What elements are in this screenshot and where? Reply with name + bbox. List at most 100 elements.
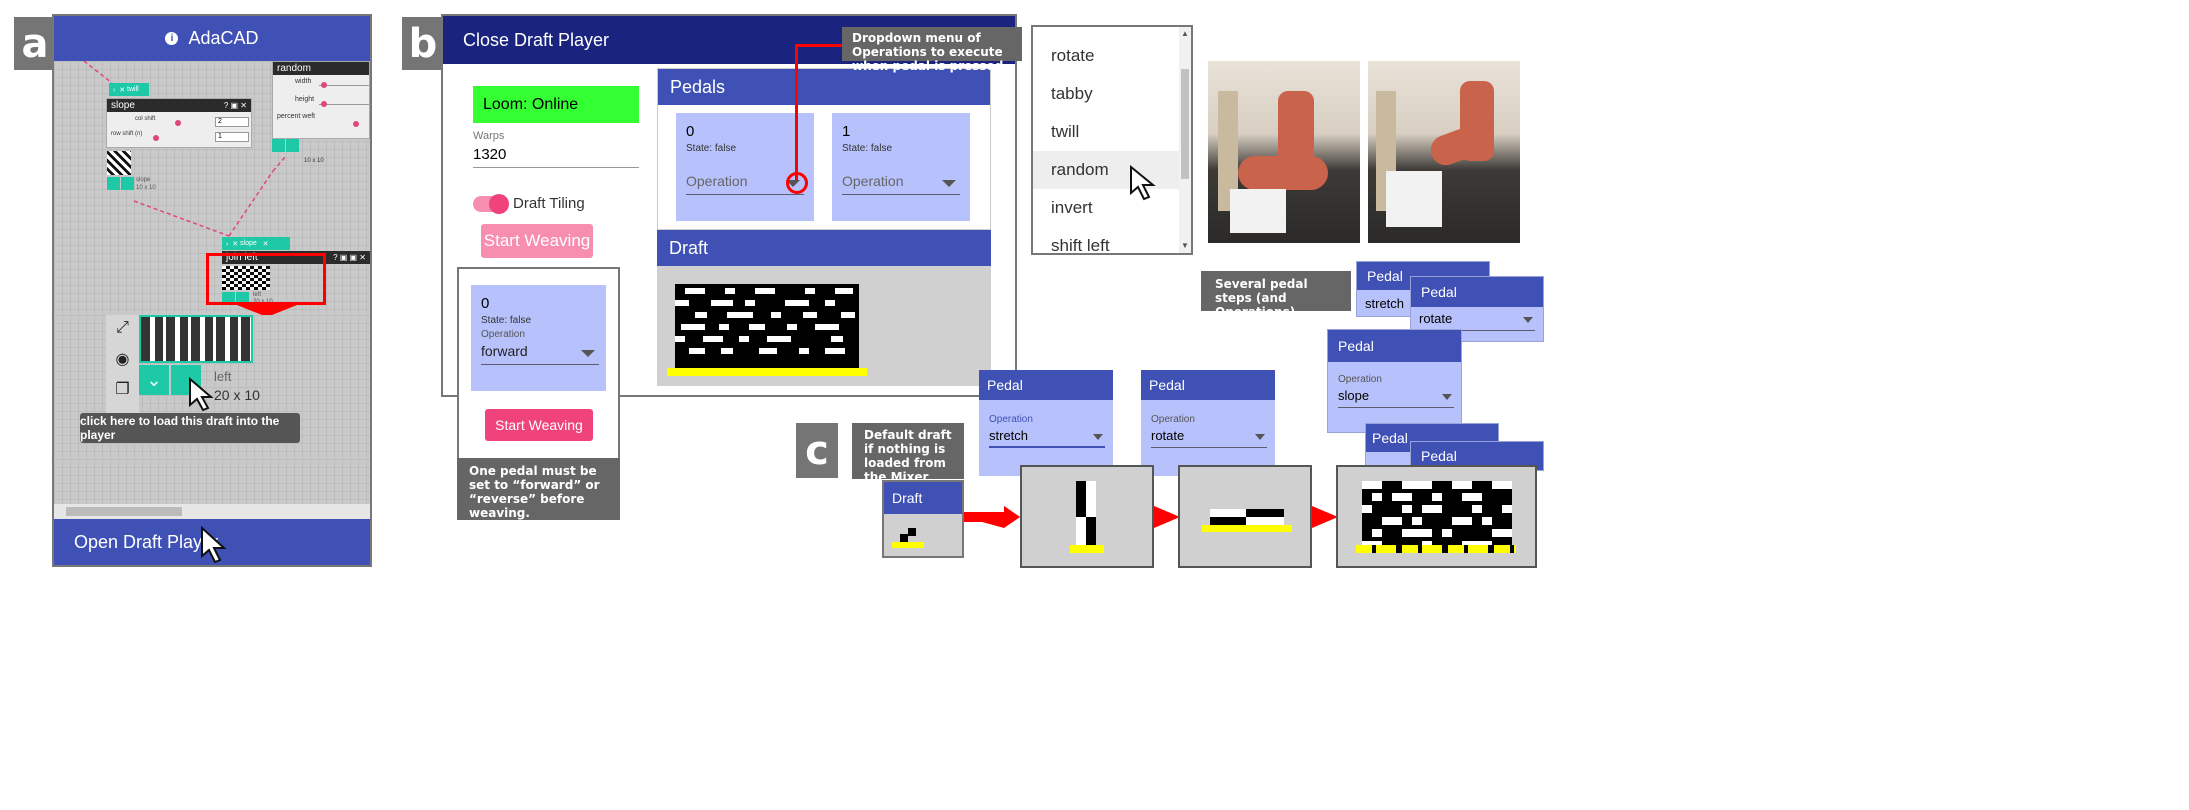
play-button[interactable] — [286, 139, 299, 152]
zoomed-draft-area: ⤢ ◉ ❐ ⌄ left 20 x 10 click here to load … — [54, 315, 370, 457]
pedal-number: 0 — [686, 123, 695, 140]
pedal-operation-dropdown[interactable]: rotate — [1419, 311, 1535, 331]
height-slider-handle[interactable] — [321, 101, 327, 107]
pedal-state: State: false — [686, 143, 737, 154]
option-tabby[interactable]: tabby — [1033, 75, 1181, 113]
draft-preview — [139, 315, 253, 363]
operation-dropdown-forward[interactable]: forward — [481, 343, 599, 365]
twill-chip[interactable]: › ✕ twill — [109, 83, 149, 96]
highlight-box — [206, 253, 326, 305]
operation-label: Operation — [1151, 414, 1195, 425]
loom-status: Loom: Online — [473, 86, 639, 123]
pedal-number: 0 — [481, 295, 490, 312]
inset-pedal-card: 0 State: false Operation forward — [471, 285, 606, 391]
operation-label: Operation — [989, 414, 1033, 425]
expand-button[interactable] — [272, 139, 285, 152]
rotate-draft-box — [1178, 465, 1312, 568]
random-node-controls — [272, 139, 299, 154]
pedal-operation-dropdown[interactable]: rotate — [1151, 428, 1267, 448]
play-button[interactable] — [121, 177, 134, 190]
random-node[interactable]: random width height percent weft — [272, 61, 370, 139]
slope-node-controls — [107, 177, 135, 190]
draft-progress-row — [667, 368, 867, 376]
operation-label: Operation — [1338, 374, 1382, 385]
scroll-down-icon[interactable]: ▼ — [1181, 241, 1189, 250]
pedal-number: 1 — [842, 123, 851, 140]
slope-progress-row — [1356, 545, 1516, 553]
expand-button[interactable] — [107, 177, 120, 190]
app-header: i AdaCAD — [54, 16, 370, 61]
row-shift-input[interactable]: 1 — [215, 132, 249, 142]
row-shift-handle[interactable] — [153, 135, 159, 141]
warps-input[interactable]: 1320 — [473, 146, 639, 168]
arrow-icon — [1154, 506, 1180, 528]
dropdown-scrollbar-thumb[interactable] — [1181, 69, 1189, 179]
slope-chip[interactable]: › ✕ slope ✕ — [222, 237, 290, 250]
callout-circle — [786, 172, 808, 194]
option-shift-left[interactable]: shift left — [1033, 227, 1181, 253]
pedal-operation-dropdown[interactable]: slope — [1338, 388, 1454, 408]
foot-pedal-photo-1 — [1208, 61, 1360, 243]
pedals-card: Pedals 0 State: false Operation 1 State:… — [657, 68, 991, 230]
slope-small-name: slope — [136, 177, 151, 183]
operation-label: Operation — [481, 329, 525, 340]
forward-caption: One pedal must be set to “forward” or “r… — [457, 458, 620, 520]
draft-display — [657, 266, 991, 386]
panel-b-letter: b — [402, 17, 444, 70]
width-slider-handle[interactable] — [321, 82, 327, 88]
eye-icon[interactable]: ◉ — [106, 349, 139, 369]
col-shift-input[interactable]: 2 — [215, 117, 249, 127]
pedals-title: Pedals — [658, 69, 990, 105]
copy-icon[interactable]: ❐ — [106, 379, 139, 399]
scrollbar-thumb[interactable] — [66, 507, 182, 516]
operation-dropdown-1[interactable]: Operation — [842, 173, 960, 195]
cursor-icon — [1130, 165, 1156, 201]
expand-icon[interactable]: ⤢ — [106, 319, 139, 337]
cursor-icon — [201, 526, 227, 564]
random-height-label: height — [295, 96, 315, 103]
slope-size: 10 x 10 — [136, 185, 156, 191]
option-rotate[interactable]: rotate — [1033, 37, 1181, 75]
info-icon[interactable]: i — [165, 32, 179, 45]
default-draft-box: Draft — [882, 480, 964, 558]
option-list: rotate tabby twill random invert shift l… — [1033, 37, 1181, 253]
scroll-up-icon[interactable]: ▲ — [1181, 29, 1189, 38]
option-twill[interactable]: twill — [1033, 113, 1181, 151]
chevron-down-icon[interactable]: ⌄ — [139, 365, 169, 395]
start-weaving-button[interactable]: Start Weaving — [485, 409, 593, 441]
dropdown-scrollbar[interactable]: ▲ ▼ — [1179, 27, 1191, 253]
pedal-state: State: false — [481, 315, 532, 326]
operations-callout: Dropdown menu of Operations to execute w… — [842, 27, 1022, 73]
draft-size: 20 x 10 — [214, 387, 260, 403]
start-weaving-button-disabled[interactable]: Start Weaving — [481, 224, 593, 258]
pedal-operation[interactable]: stretch — [1365, 296, 1404, 311]
pedal-label: Pedal — [1411, 277, 1543, 307]
app-title: AdaCAD — [188, 28, 259, 48]
slope-node-bar: slope? ▣ ✕ — [107, 99, 251, 112]
random-size: 10 x 10 — [304, 158, 324, 164]
pedal-label: Pedal — [1141, 370, 1275, 400]
arrow-icon — [1312, 506, 1338, 528]
panel-a-letter: a — [14, 17, 56, 70]
slope-draft-thumb — [107, 151, 131, 175]
draft-tiling-label: Draft Tiling — [513, 195, 585, 212]
mixer-canvas[interactable]: random width height percent weft 10 x 10… — [54, 61, 370, 317]
draft-pattern-cells — [675, 288, 855, 354]
pedal-operation-dropdown[interactable]: stretch — [989, 428, 1105, 448]
callout-line — [795, 44, 798, 180]
col-shift-handle[interactable] — [175, 120, 181, 126]
operations-dropdown-list[interactable]: rotate tabby twill random invert shift l… — [1031, 25, 1193, 255]
horizontal-scrollbar[interactable] — [54, 504, 370, 519]
draft-title: Draft — [884, 482, 962, 514]
slope-node[interactable]: slope? ▣ ✕ col shift 2 row shift (n) 1 — [106, 98, 252, 148]
stretch-draft-box — [1020, 465, 1154, 568]
stack-pedal-slope: Pedal Operation slope — [1327, 329, 1462, 433]
callout-line-h — [795, 44, 845, 47]
slope-draft-box — [1336, 465, 1537, 568]
default-draft-caption: Default draft if nothing is loaded from … — [852, 423, 964, 484]
arrow-icon — [964, 506, 1020, 528]
percent-slider-handle[interactable] — [353, 121, 359, 127]
warps-label: Warps — [473, 130, 505, 142]
pedal-card-0: 0 State: false Operation — [676, 113, 814, 221]
draft-tiling-toggle[interactable] — [473, 194, 509, 214]
